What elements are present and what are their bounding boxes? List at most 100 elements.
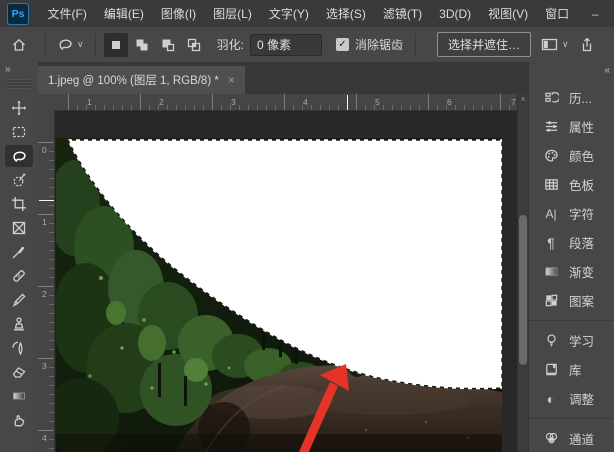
canvas-area[interactable]: 1 2 3 4 5 6 7 0 1 2 3 4: [38, 94, 528, 452]
panel-item-channels[interactable]: 通道: [529, 424, 614, 452]
history-brush-tool[interactable]: [5, 337, 33, 359]
document-tab-title: 1.jpeg @ 100% (图层 1, RGB/8) *: [48, 72, 219, 88]
panel-collapse-icon[interactable]: «: [604, 65, 609, 76]
chevron-down-icon[interactable]: ∨: [77, 39, 84, 50]
lasso-tool-preset[interactable]: ∨: [53, 36, 88, 53]
clone-stamp-tool[interactable]: [5, 313, 33, 335]
marquee-tool[interactable]: [5, 121, 33, 143]
document-image[interactable]: [56, 138, 502, 452]
vertical-ruler[interactable]: 0 1 2 3 4: [38, 110, 55, 452]
menu-type[interactable]: 文字(Y): [260, 0, 317, 27]
panel-item-properties[interactable]: 属性: [529, 112, 614, 141]
character-icon: A|: [542, 206, 560, 222]
h-ruler-label: 6: [447, 97, 452, 107]
new-selection-mode-button[interactable]: [104, 33, 128, 57]
scrollbar-thumb[interactable]: [519, 215, 527, 365]
antialias-checkbox[interactable]: ✓: [336, 38, 349, 51]
h-ruler-label: 1: [87, 97, 92, 107]
panel-item-paragraph[interactable]: ¶ 段落: [529, 228, 614, 257]
brush-tool[interactable]: [5, 289, 33, 311]
healing-brush-tool[interactable]: [5, 265, 33, 287]
window-controls: – □ ✕: [578, 0, 614, 27]
menu-filter[interactable]: 滤镜(T): [374, 0, 430, 27]
v-ruler-label: 3: [42, 361, 47, 371]
options-panel-toggle-icon[interactable]: [541, 37, 558, 52]
panel-item-color[interactable]: 颜色: [529, 141, 614, 170]
panel-item-label: 字符: [569, 204, 594, 223]
ruler-origin-box[interactable]: [38, 94, 55, 111]
tool-options-bar: ∨ 羽化: 0 像素 ✓ 消除锯齿 选择并遮住… ∨: [0, 27, 614, 63]
horizontal-ruler[interactable]: 1 2 3 4 5 6 7: [54, 94, 518, 111]
panel-item-learn[interactable]: 学习: [529, 326, 614, 355]
scroll-up-icon[interactable]: ∧: [518, 95, 528, 103]
h-ruler-label: 3: [231, 97, 236, 107]
tab-close-icon[interactable]: ×: [228, 73, 235, 87]
v-ruler-label: 0: [42, 145, 47, 155]
menu-image[interactable]: 图像(I): [152, 0, 204, 27]
panel-item-adjustments[interactable]: ◐ 调整: [529, 384, 614, 413]
chevron-down-icon[interactable]: ∨: [562, 39, 569, 50]
vertical-scrollbar[interactable]: ∧: [517, 94, 528, 452]
intersect-selection-mode-button[interactable]: [182, 33, 206, 57]
panel-item-label: 图案: [569, 291, 594, 310]
panel-item-history[interactable]: 历...: [529, 83, 614, 112]
panel-item-character[interactable]: A| 字符: [529, 199, 614, 228]
quick-selection-tool[interactable]: [5, 169, 33, 191]
share-icon[interactable]: [579, 37, 595, 53]
v-ruler-label: 1: [42, 217, 47, 227]
panel-item-label: 段落: [569, 233, 594, 252]
menu-file[interactable]: 文件(F): [39, 0, 95, 27]
eyedropper-tool[interactable]: [5, 241, 33, 263]
photoshop-window: Ps 文件(F) 编辑(E) 图像(I) 图层(L) 文字(Y) 选择(S) 滤…: [0, 0, 614, 452]
panel-item-swatches[interactable]: 色板: [529, 170, 614, 199]
color-icon: [542, 148, 560, 164]
v-ruler-label: 2: [42, 289, 47, 299]
home-button[interactable]: [0, 37, 38, 53]
lasso-tool[interactable]: [5, 145, 33, 167]
photoshop-logo-icon: Ps: [7, 3, 29, 25]
panel-group-divider: [529, 418, 614, 419]
select-and-mask-button[interactable]: 选择并遮住…: [437, 32, 531, 57]
panel-group-divider: [529, 320, 614, 321]
menu-edit[interactable]: 编辑(E): [95, 0, 152, 27]
panel-item-label: 调整: [569, 389, 594, 408]
divider: [415, 33, 416, 57]
panel-item-label: 历...: [569, 88, 592, 107]
move-tool[interactable]: [5, 97, 33, 119]
menu-select[interactable]: 选择(S): [317, 0, 374, 27]
toolbox-grip-handle[interactable]: [7, 79, 31, 89]
swatches-icon: [542, 177, 560, 193]
menu-view[interactable]: 视图(V): [480, 0, 537, 27]
panel-item-libraries[interactable]: 库: [529, 355, 614, 384]
gradient-tool[interactable]: [5, 385, 33, 407]
history-icon: [542, 90, 560, 106]
panel-item-label: 属性: [569, 117, 594, 136]
subtract-from-selection-mode-button[interactable]: [156, 33, 180, 57]
panel-item-label: 库: [569, 360, 582, 379]
eraser-tool[interactable]: [5, 361, 33, 383]
properties-icon: [542, 119, 560, 135]
panel-item-patterns[interactable]: 图案: [529, 286, 614, 315]
menu-3d[interactable]: 3D(D): [431, 0, 480, 27]
feather-label: 羽化:: [217, 36, 244, 53]
h-ruler-label: 4: [303, 97, 308, 107]
crop-tool[interactable]: [5, 193, 33, 215]
h-ruler-label: 2: [159, 97, 164, 107]
libraries-icon: [542, 362, 560, 378]
divider: [95, 33, 96, 57]
toolbox: »: [0, 62, 38, 452]
frame-tool[interactable]: [5, 217, 33, 239]
document-tab[interactable]: 1.jpeg @ 100% (图层 1, RGB/8) * ×: [38, 66, 245, 94]
smudge-tool[interactable]: [5, 409, 33, 431]
add-to-selection-mode-button[interactable]: [130, 33, 154, 57]
feather-input[interactable]: 0 像素: [250, 34, 322, 56]
cursor-position-marker: [347, 95, 348, 110]
menu-layer[interactable]: 图层(L): [205, 0, 261, 27]
menu-window[interactable]: 窗口: [537, 0, 578, 27]
learn-icon: [542, 333, 560, 349]
minimize-button[interactable]: –: [578, 0, 613, 27]
panel-item-gradients[interactable]: 渐变: [529, 257, 614, 286]
toolbox-expand-icon[interactable]: »: [0, 62, 10, 75]
adjustments-icon: ◐: [542, 391, 560, 407]
gradient-icon: [542, 264, 560, 280]
